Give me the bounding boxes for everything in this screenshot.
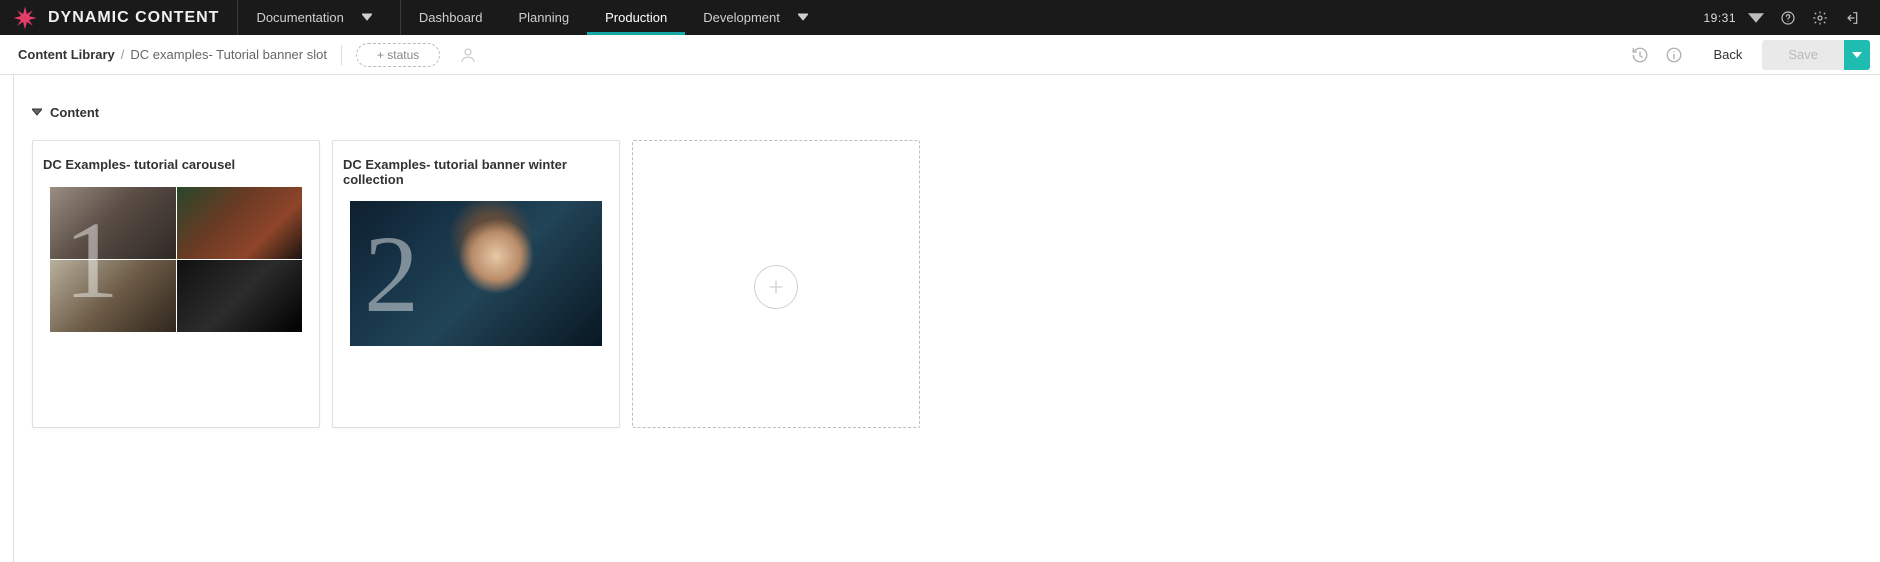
- nav-development[interactable]: Development: [685, 0, 826, 35]
- gear-icon[interactable]: [1808, 6, 1832, 30]
- breadcrumb-current: DC examples- Tutorial banner slot: [130, 47, 327, 62]
- header-right: 19:31: [1703, 0, 1880, 35]
- nav-label: Development: [703, 10, 780, 25]
- help-icon[interactable]: [1776, 6, 1800, 30]
- nav-documentation-label: Documentation: [256, 10, 343, 25]
- nav-label: Planning: [519, 10, 570, 25]
- chevron-down-icon[interactable]: [1744, 6, 1768, 30]
- content-card-title: DC Examples- tutorial carousel: [43, 157, 309, 173]
- thumbnail-image: [50, 260, 176, 332]
- editor-body: Content DC Examples- tutorial carousel 1: [0, 75, 1880, 562]
- brand[interactable]: DYNAMIC CONTENT: [0, 0, 238, 35]
- back-button[interactable]: Back: [1713, 47, 1742, 62]
- thumbnail-image: [350, 201, 602, 346]
- breadcrumb-root[interactable]: Content Library: [18, 47, 115, 62]
- thumbnail-image: [177, 187, 303, 259]
- nav-production[interactable]: Production: [587, 0, 685, 35]
- nav-label: Production: [605, 10, 667, 25]
- chevron-down-icon: [362, 10, 372, 25]
- save-button-group: Save: [1762, 40, 1870, 70]
- brand-logo-icon: [12, 5, 38, 31]
- nav-dashboard[interactable]: Dashboard: [401, 0, 501, 35]
- history-icon[interactable]: [1625, 40, 1655, 70]
- nav-documentation[interactable]: Documentation: [238, 0, 400, 35]
- content-cards: DC Examples- tutorial carousel 1 DC Exam…: [32, 140, 1862, 428]
- breadcrumb-separator: /: [121, 47, 125, 62]
- add-status-button[interactable]: + status: [356, 43, 440, 67]
- chevron-down-icon: [32, 105, 42, 120]
- nav-planning[interactable]: Planning: [501, 0, 588, 35]
- add-content-card[interactable]: [632, 140, 920, 428]
- brand-name: DYNAMIC CONTENT: [48, 9, 219, 27]
- user-icon[interactable]: [456, 43, 480, 67]
- content-card[interactable]: DC Examples- tutorial banner winter coll…: [332, 140, 620, 428]
- content-card-title: DC Examples- tutorial banner winter coll…: [343, 157, 609, 187]
- subheader: Content Library / DC examples- Tutorial …: [0, 35, 1880, 75]
- content-card-thumbnail: 1: [50, 187, 302, 332]
- divider: [341, 45, 342, 65]
- info-icon[interactable]: [1659, 40, 1689, 70]
- exit-icon[interactable]: [1840, 6, 1864, 30]
- chevron-down-icon: [798, 10, 808, 25]
- app-header: DYNAMIC CONTENT Documentation Dashboard …: [0, 0, 1880, 35]
- section-title: Content: [50, 105, 99, 120]
- main-panel: Content DC Examples- tutorial carousel 1: [14, 75, 1880, 562]
- save-more-button[interactable]: [1844, 40, 1870, 70]
- content-card[interactable]: DC Examples- tutorial carousel 1: [32, 140, 320, 428]
- thumbnail-image: [50, 187, 176, 259]
- content-card-thumbnail: 2: [350, 201, 602, 346]
- left-rail: [0, 75, 14, 562]
- save-button[interactable]: Save: [1762, 40, 1844, 70]
- plus-icon: [754, 265, 798, 309]
- nav-label: Dashboard: [419, 10, 483, 25]
- section-toggle-content[interactable]: Content: [32, 105, 1862, 120]
- thumbnail-image: [177, 260, 303, 332]
- clock: 19:31: [1703, 11, 1736, 25]
